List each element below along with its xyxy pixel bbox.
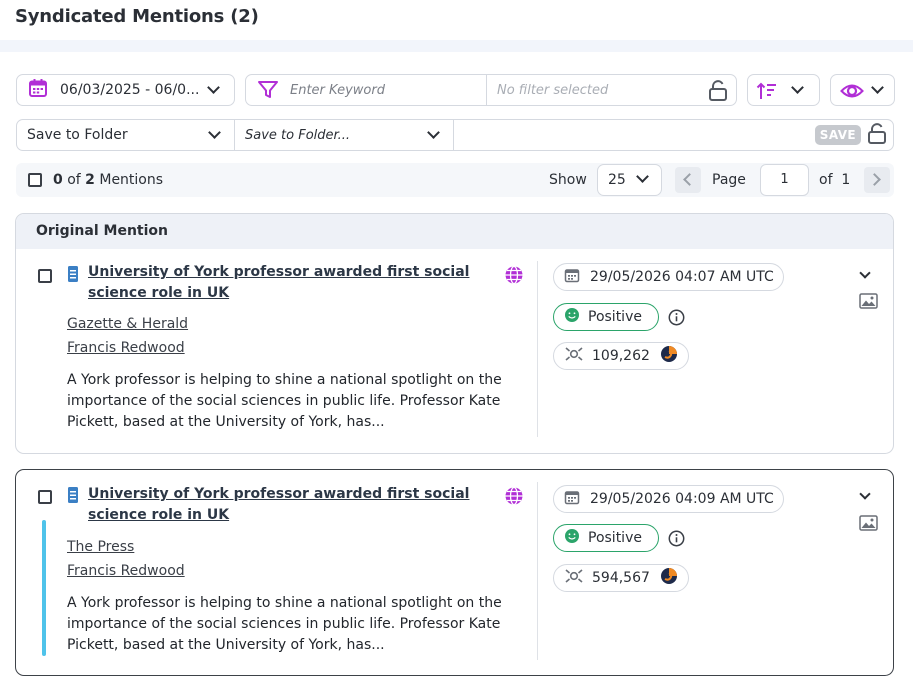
- mention-description: A York professor is helping to shine a n…: [67, 595, 502, 653]
- save-to-folder-select[interactable]: Save to Folder: [17, 120, 235, 150]
- reach-icon: [564, 346, 584, 366]
- unlock-icon[interactable]: [867, 123, 887, 149]
- author-link[interactable]: Francis Redwood: [67, 563, 185, 579]
- published-date: 29/05/2026 04:09 AM UTC: [590, 491, 774, 507]
- keyword-filter-bar: No filter selected: [245, 74, 737, 106]
- globe-icon: [504, 486, 524, 510]
- eye-icon: [840, 81, 864, 105]
- selected-indicator: [42, 520, 46, 656]
- info-icon[interactable]: [668, 530, 685, 551]
- similarweb-icon: [660, 567, 678, 589]
- save-to-folder-label: Save to Folder: [27, 127, 128, 143]
- source-link[interactable]: Gazette & Herald: [67, 316, 188, 332]
- source-link[interactable]: The Press: [67, 539, 134, 555]
- calendar-icon: [564, 489, 580, 509]
- mention-count: 0 of 2 Mentions: [53, 172, 164, 188]
- sort-icon: [756, 81, 778, 105]
- sentiment-label: Positive: [588, 309, 642, 325]
- filter-icon[interactable]: [246, 80, 290, 100]
- filter-status: No filter selected: [497, 82, 609, 98]
- reach-value: 594,567: [592, 570, 650, 586]
- save-to-folder-secondary-select[interactable]: Save to Folder...: [235, 120, 454, 150]
- page-number-input[interactable]: 1: [760, 164, 809, 196]
- chevron-right-icon: [868, 173, 881, 186]
- sentiment-badge[interactable]: Positive: [553, 524, 659, 552]
- header-band: [0, 40, 913, 52]
- author-link[interactable]: Francis Redwood: [67, 340, 185, 356]
- mention-title-link[interactable]: University of York professor awarded fir…: [88, 484, 498, 526]
- previous-page-button[interactable]: [675, 167, 701, 193]
- document-icon: [67, 486, 79, 508]
- chevron-down-icon: [791, 81, 804, 94]
- sentiment-label: Positive: [588, 530, 642, 546]
- page-size-value: 25: [608, 172, 626, 188]
- chevron-down-icon: [427, 126, 440, 139]
- chevron-down-icon: [207, 81, 220, 94]
- save-to-folder-secondary-label: Save to Folder...: [245, 127, 351, 143]
- page-total: of 1: [819, 172, 851, 188]
- published-date: 29/05/2026 04:07 AM UTC: [590, 269, 774, 285]
- keyword-input[interactable]: [290, 75, 487, 105]
- select-all-checkbox[interactable]: [28, 173, 42, 187]
- published-date-badge: 29/05/2026 04:07 AM UTC: [553, 263, 784, 291]
- image-icon[interactable]: [859, 515, 878, 535]
- folder-bar: Save to Folder Save to Folder... SAVE: [16, 119, 894, 151]
- page-label: Page: [712, 172, 746, 188]
- sentiment-badge[interactable]: Positive: [553, 303, 659, 331]
- document-icon: [67, 265, 79, 287]
- view-dropdown[interactable]: [830, 74, 895, 106]
- expand-chevron-icon[interactable]: [859, 267, 871, 279]
- date-range-value: 06/03/2025 - 06/0...: [60, 82, 200, 98]
- chevron-left-icon: [683, 173, 696, 186]
- mention-description: A York professor is helping to shine a n…: [67, 372, 502, 430]
- list-controls-bar: 0 of 2 Mentions Show 25 Page 1 of 1: [16, 163, 894, 197]
- next-page-button[interactable]: [864, 167, 890, 193]
- mention-card-original: Original Mention University of York prof…: [15, 213, 894, 454]
- mention-title-link[interactable]: University of York professor awarded fir…: [88, 262, 498, 304]
- similarweb-icon: [660, 345, 678, 367]
- reach-value: 109,262: [592, 348, 650, 364]
- reach-icon: [564, 568, 584, 588]
- page-title: Syndicated Mentions (2): [15, 6, 259, 27]
- expand-chevron-icon[interactable]: [859, 488, 871, 500]
- reach-badge: 109,262: [553, 342, 689, 370]
- chevron-down-icon: [208, 126, 221, 139]
- info-icon[interactable]: [668, 309, 685, 330]
- image-icon[interactable]: [859, 293, 878, 313]
- mention-checkbox[interactable]: [38, 490, 52, 504]
- show-label: Show: [549, 172, 587, 188]
- divider: [537, 482, 538, 660]
- smile-icon: [564, 307, 580, 327]
- chevron-down-icon: [636, 170, 649, 183]
- original-mention-header: Original Mention: [16, 214, 893, 249]
- unlock-icon[interactable]: [708, 80, 728, 106]
- calendar-icon: [28, 78, 48, 102]
- date-range-picker[interactable]: 06/03/2025 - 06/0...: [16, 74, 235, 106]
- page-size-select[interactable]: 25: [597, 164, 662, 196]
- smile-icon: [564, 528, 580, 548]
- chevron-down-icon: [871, 81, 884, 94]
- globe-icon: [504, 265, 524, 289]
- mention-card-syndicated: University of York professor awarded fir…: [15, 469, 894, 676]
- published-date-badge: 29/05/2026 04:09 AM UTC: [553, 485, 784, 513]
- divider: [537, 261, 538, 437]
- save-button[interactable]: SAVE: [814, 125, 861, 145]
- calendar-icon: [564, 267, 580, 287]
- sort-dropdown[interactable]: [747, 74, 820, 106]
- mention-checkbox[interactable]: [38, 269, 52, 283]
- reach-badge: 594,567: [553, 564, 689, 592]
